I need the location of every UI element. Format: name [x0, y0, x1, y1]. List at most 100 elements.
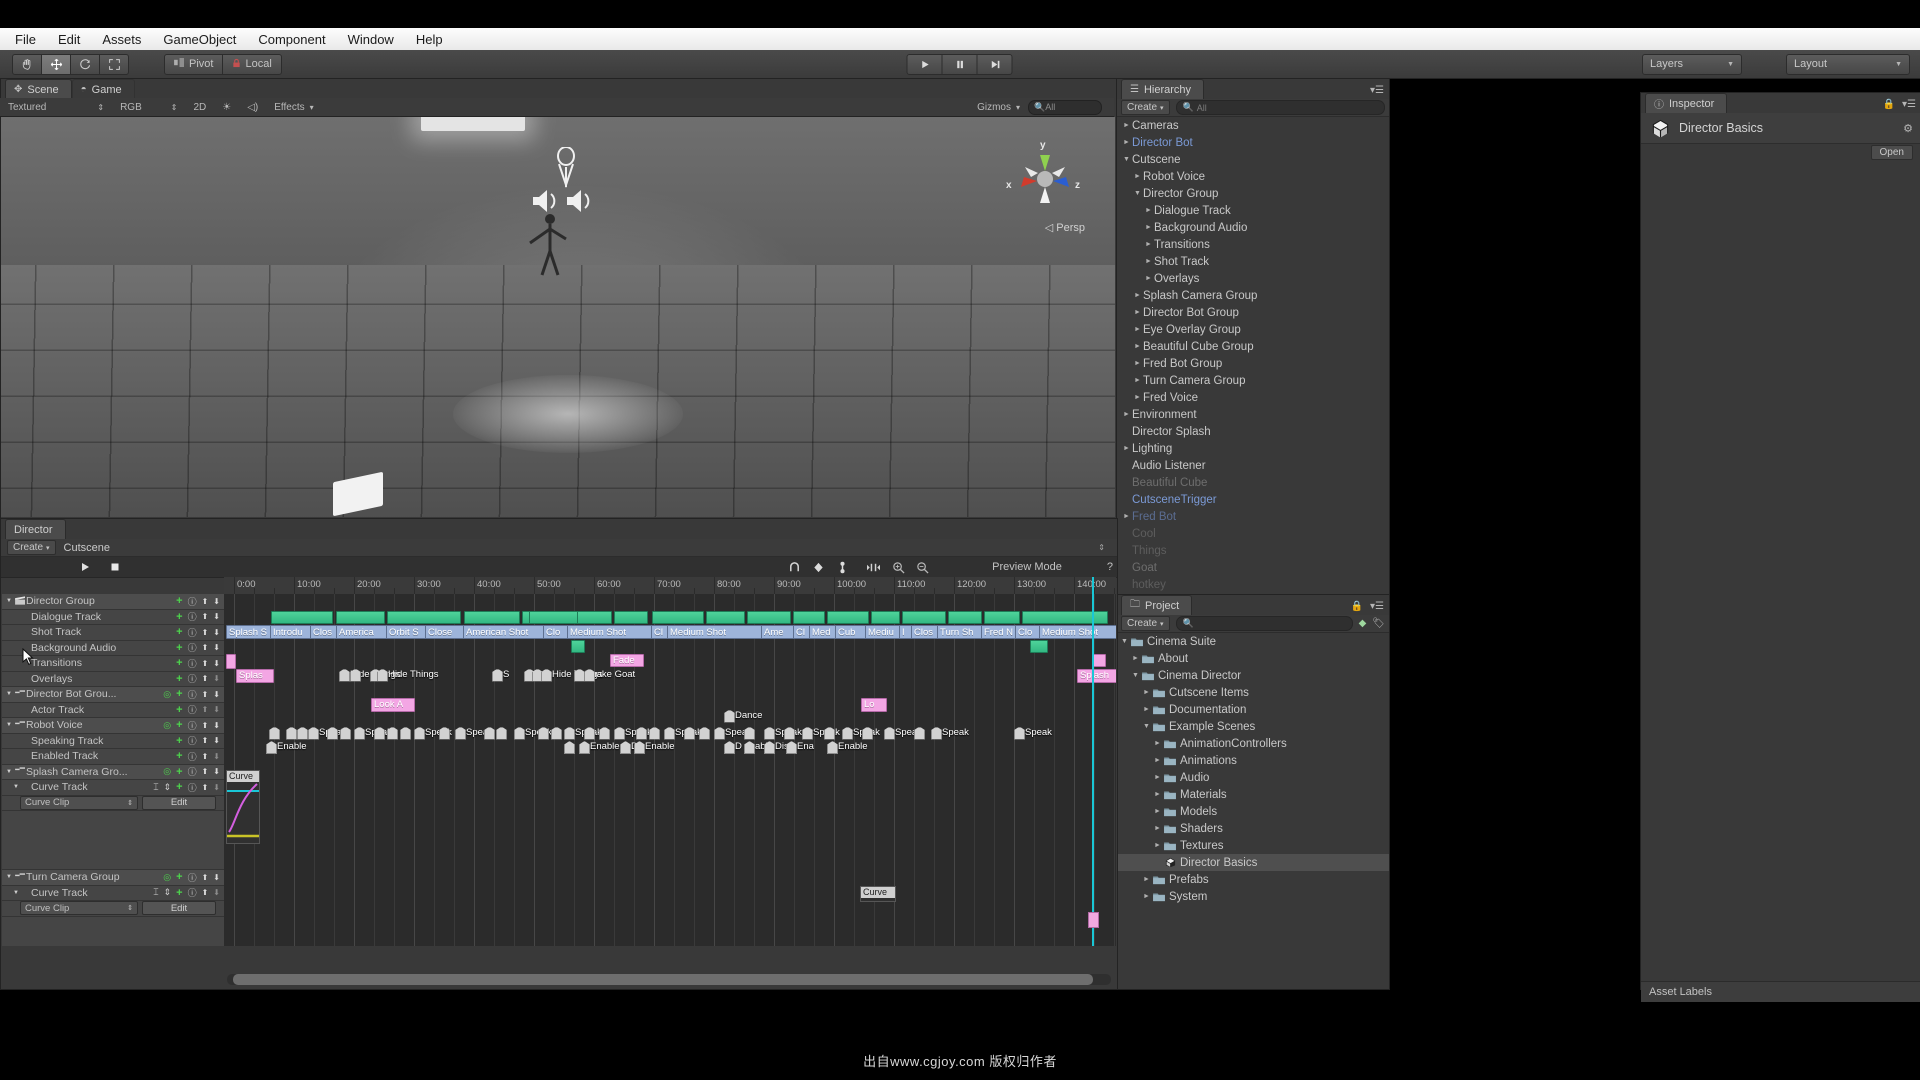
move-down-icon[interactable]: ⬇ — [213, 674, 220, 683]
actor-clip[interactable]: Look A — [371, 697, 415, 712]
timeline-playhead[interactable] — [1092, 594, 1094, 946]
track-row[interactable]: Shot Track + ⓘ ⬆ ⬇ — [2, 625, 224, 641]
tab-director[interactable]: Director — [5, 519, 66, 539]
track-row[interactable]: Speaking Track + ⓘ ⬆ ⬇ — [2, 733, 224, 749]
speaking-event-keyframe[interactable] — [308, 726, 319, 740]
curve-resize-icon[interactable]: ⇕ — [164, 782, 172, 793]
speaking-event-keyframe[interactable] — [286, 726, 297, 740]
color-mode-dropdown[interactable]: RGB ⇕ — [112, 102, 185, 113]
info-icon[interactable]: ⓘ — [188, 657, 197, 670]
timeline-ruler[interactable]: 0:00 10:00 20:00 30:00 40:00 50:00 60:00 70:00 8… — [224, 577, 1116, 595]
shot-clip[interactable]: Clos — [911, 625, 939, 639]
project-item[interactable]: ► Textures — [1117, 837, 1389, 854]
dialogue-clip[interactable] — [948, 610, 982, 624]
speaking-event-keyframe[interactable] — [842, 726, 853, 740]
move-down-icon[interactable]: ⬇ — [213, 873, 220, 882]
move-down-icon[interactable]: ⬇ — [213, 643, 220, 652]
hierarchy-item[interactable]: Goat — [1117, 559, 1389, 576]
project-item[interactable]: ▼ Example Scenes — [1117, 718, 1389, 735]
hierarchy-item[interactable]: ► Eye Overlay Group — [1117, 321, 1389, 338]
dialogue-clip[interactable] — [652, 610, 704, 624]
chevron-right-icon[interactable]: ► — [1121, 139, 1132, 146]
inspector-open-button[interactable]: Open — [1870, 145, 1913, 160]
menu-item-help[interactable]: Help — [405, 30, 454, 49]
menu-item-window[interactable]: Window — [337, 30, 405, 49]
chevron-right-icon[interactable]: ► — [1141, 893, 1152, 900]
hierarchy-item[interactable]: ► Background Audio — [1117, 219, 1389, 236]
project-item[interactable]: ▼ Cinema Director — [1117, 667, 1389, 684]
hierarchy-item[interactable]: hotkey — [1117, 576, 1389, 593]
dialogue-clip[interactable] — [336, 610, 385, 624]
link-icon[interactable] — [836, 561, 849, 574]
add-track-icon[interactable]: + — [176, 704, 182, 716]
chevron-down-icon[interactable]: ▼ — [1141, 723, 1152, 730]
chevron-right-icon[interactable]: ► — [1132, 360, 1143, 367]
info-icon[interactable]: ⓘ — [188, 688, 197, 701]
dialogue-clip[interactable] — [464, 610, 520, 624]
project-search-input[interactable]: 🔍 — [1175, 616, 1353, 631]
scene-axis-gizmo[interactable]: y x z — [1006, 140, 1083, 217]
hierarchy-item[interactable]: ▼ Cutscene — [1117, 151, 1389, 168]
speaking-event-keyframe[interactable] — [496, 726, 507, 740]
director-help-button[interactable]: ? — [1073, 561, 1113, 573]
chevron-down-icon[interactable]: ▼ — [1119, 638, 1130, 645]
project-item[interactable]: ▼ Cinema Suite — [1117, 633, 1389, 650]
curve-resize-icon[interactable]: ⇕ — [164, 887, 172, 898]
info-icon[interactable]: ⓘ — [188, 595, 197, 608]
project-item[interactable]: ► System — [1117, 888, 1389, 905]
move-down-icon[interactable]: ⬇ — [213, 628, 220, 637]
move-down-icon[interactable]: ⬇ — [213, 767, 220, 776]
shot-clip[interactable]: Medium Shot — [667, 625, 763, 639]
info-icon[interactable]: ⓘ — [188, 765, 197, 778]
move-up-icon[interactable]: ⬆ — [202, 873, 209, 882]
chevron-right-icon[interactable]: ► — [1143, 258, 1154, 265]
hierarchy-item[interactable]: ► Turn Camera Group — [1117, 372, 1389, 389]
menu-item-gameobject[interactable]: GameObject — [152, 30, 247, 49]
shot-clip[interactable]: Introdu — [270, 625, 312, 639]
director-stop-button[interactable] — [109, 561, 121, 573]
chevron-right-icon[interactable]: ► — [1143, 241, 1154, 248]
hierarchy-panel-menu[interactable]: ▾☰ — [1370, 85, 1384, 96]
tab-scene[interactable]: ✥ Scene — [5, 79, 72, 99]
track-row[interactable]: ▼ Curve Track ⌶ ⇕ + ⓘ ⬆ ⬇ — [2, 885, 224, 901]
transition-clip[interactable] — [1092, 654, 1106, 667]
track-row[interactable]: Transitions + ⓘ ⬆ ⬇ — [2, 656, 224, 672]
track-list[interactable]: ▼ Director Group + ⓘ ⬆ ⬇ Dialogue Track + ⓘ ⬆ ⬇ Sho… — [2, 594, 224, 946]
director-create-button[interactable]: Create ▾ — [7, 540, 56, 555]
speaking-event-keyframe[interactable] — [514, 726, 525, 740]
target-icon[interactable]: ◎ — [163, 872, 171, 883]
chevron-right-icon[interactable]: ► — [1130, 655, 1141, 662]
tab-inspector[interactable]: ⓘ Inspector — [1645, 93, 1728, 113]
project-item[interactable]: ► AnimationControllers — [1117, 735, 1389, 752]
speaking-event-keyframe[interactable] — [455, 726, 466, 740]
chevron-right-icon[interactable]: ► — [1143, 207, 1154, 214]
dialogue-clip[interactable] — [902, 610, 946, 624]
hierarchy-item[interactable]: ► Robot Voice — [1117, 168, 1389, 185]
tab-game[interactable]: ◓ Game — [71, 79, 135, 99]
effects-dropdown[interactable]: Effects ▾ — [266, 102, 321, 113]
move-down-icon[interactable]: ⬇ — [213, 752, 220, 761]
scale-tool-button[interactable] — [99, 53, 129, 75]
pivot-toggle[interactable]: Pivot — [164, 53, 224, 75]
hierarchy-search-input[interactable]: 🔍 All — [1175, 100, 1385, 115]
curve-edit-button[interactable]: Edit — [142, 795, 216, 810]
snap-icon[interactable] — [788, 561, 801, 574]
shot-clip[interactable]: Clo — [543, 625, 569, 639]
hierarchy-item[interactable]: ► Director Bot — [1117, 134, 1389, 151]
move-down-icon[interactable]: ⬇ — [213, 659, 220, 668]
chevron-right-icon[interactable]: ► — [1152, 774, 1163, 781]
chevron-right-icon[interactable]: ► — [1132, 343, 1143, 350]
hierarchy-item[interactable]: ► Dialogue Track — [1117, 202, 1389, 219]
project-item[interactable]: ► Documentation — [1117, 701, 1389, 718]
timeline-hscrollbar[interactable] — [227, 974, 1111, 985]
shot-clip[interactable]: Cub — [835, 625, 867, 639]
move-up-icon[interactable]: ⬆ — [202, 767, 209, 776]
hierarchy-item[interactable]: ► Fred Bot — [1117, 508, 1389, 525]
timeline-hscroll-thumb[interactable] — [233, 974, 1093, 985]
speaking-event-keyframe[interactable] — [551, 726, 562, 740]
curve-clip-selector[interactable]: Curve Clip ⇕ — [20, 795, 138, 810]
move-up-icon[interactable]: ⬆ — [202, 783, 209, 792]
chevron-right-icon[interactable]: ► — [1121, 445, 1132, 452]
hierarchy-item[interactable]: ► Fred Bot Group — [1117, 355, 1389, 372]
tab-hierarchy[interactable]: ☰ Hierarchy — [1121, 79, 1205, 99]
